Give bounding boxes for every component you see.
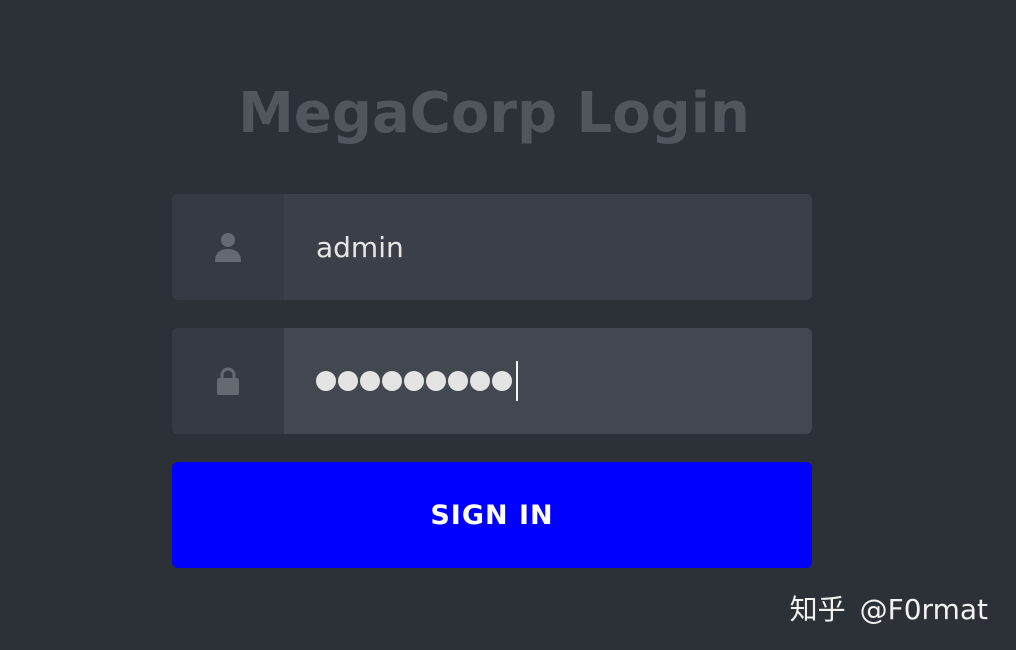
password-dot <box>426 371 446 391</box>
lock-icon <box>217 367 239 395</box>
password-dot <box>492 371 512 391</box>
watermark: 知乎 @F0rmat <box>790 588 988 628</box>
password-dot <box>404 371 424 391</box>
sign-in-button[interactable]: SIGN IN <box>172 462 812 568</box>
username-icon-box <box>172 194 284 300</box>
password-dot <box>382 371 402 391</box>
username-input-box <box>284 194 812 300</box>
text-caret <box>516 361 518 401</box>
username-input[interactable] <box>316 230 812 264</box>
password-field <box>172 328 812 434</box>
password-dot <box>338 371 358 391</box>
page-title: MegaCorp Login <box>238 81 750 146</box>
password-input[interactable] <box>316 361 518 401</box>
password-dot <box>448 371 468 391</box>
password-mask <box>316 371 512 391</box>
password-dot <box>316 371 336 391</box>
password-icon-box <box>172 328 284 434</box>
password-input-box <box>284 328 812 434</box>
password-dot <box>360 371 380 391</box>
password-dot <box>470 371 490 391</box>
username-field <box>172 194 812 300</box>
user-icon <box>215 233 241 262</box>
watermark-site: 知乎 <box>789 593 846 626</box>
watermark-author: @F0rmat <box>859 593 988 626</box>
